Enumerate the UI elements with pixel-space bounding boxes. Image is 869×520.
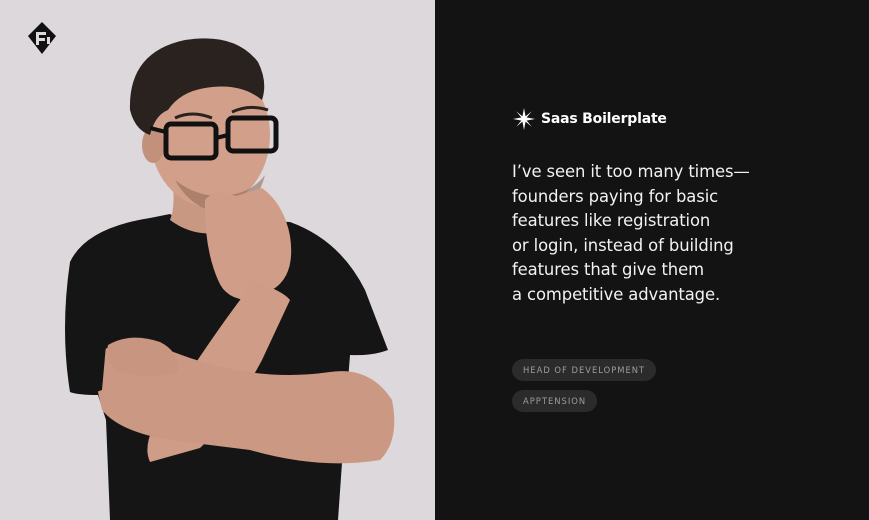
- author-company-badge: APPTENSION: [512, 390, 598, 412]
- testimonial-page: Saas Boilerplate I’ve seen it too many t…: [0, 0, 869, 520]
- quote-line: founders paying for basic: [512, 186, 719, 206]
- quote-line: features that give them: [512, 260, 704, 280]
- testimonial-quote: I’ve seen it too many times— founders pa…: [512, 160, 802, 308]
- quote-line: features like registration: [512, 211, 711, 231]
- starburst-icon: [513, 108, 535, 130]
- apptension-logo-icon[interactable]: [26, 20, 58, 56]
- author-tags: HEAD OF DEVELOPMENT APPTENSION: [512, 359, 657, 412]
- brand: Saas Boilerplate: [513, 108, 667, 130]
- photo-panel: [0, 0, 435, 520]
- brand-name: Saas Boilerplate: [541, 111, 667, 127]
- person-photo: [0, 0, 435, 520]
- author-role-badge: HEAD OF DEVELOPMENT: [512, 359, 657, 381]
- testimonial-panel: Saas Boilerplate I’ve seen it too many t…: [435, 0, 869, 520]
- quote-line: I’ve seen it too many times—: [512, 162, 750, 181]
- quote-line: a competitive advantage.: [512, 284, 721, 304]
- quote-line: or login, instead of building: [512, 235, 734, 255]
